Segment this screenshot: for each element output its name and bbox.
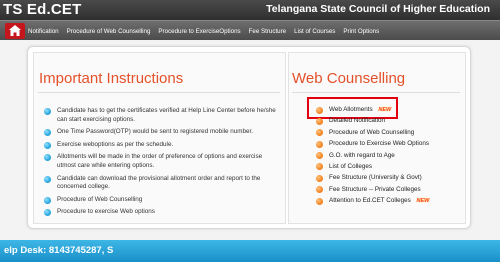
nav-menu: Notification Procedure of Web Counsellin…	[28, 21, 387, 41]
go-age-item[interactable]: G.O. with regard to Age	[316, 152, 466, 163]
instruction-text: Candidate can download the provisional a…	[57, 174, 261, 191]
nav-item-notification[interactable]: Notification	[28, 28, 59, 35]
nav-item-procedure-exercise-options[interactable]: Procedure to ExerciseOptions	[158, 28, 240, 35]
detailed-notification-link[interactable]: Detailed Notification	[329, 117, 385, 124]
bullet-icon	[44, 175, 51, 183]
web-counselling-list: Web Allotments NEW Detailed Notification…	[316, 106, 466, 209]
list-item-link[interactable]: Procedure of Web Counselling	[44, 196, 280, 205]
nav-item-print-options[interactable]: Print Options	[343, 28, 379, 35]
home-icon	[9, 25, 21, 36]
list-item-link[interactable]: Procedure to exercise Web options	[44, 208, 280, 217]
procedure-web-counselling-link[interactable]: Procedure of Web Counselling	[329, 129, 414, 136]
instructions-title: Important Instructions	[39, 70, 184, 87]
new-badge: NEW	[416, 198, 430, 205]
web-counselling-divider	[292, 92, 460, 93]
instruction-text: Candidate has to get the certificates ve…	[57, 107, 276, 123]
nav-bar: Notification Procedure of Web Counsellin…	[0, 20, 500, 40]
bullet-icon	[316, 152, 323, 160]
procedure-exercise-web-options-item[interactable]: Procedure to Exercise Web Options	[316, 140, 466, 151]
list-item: One Time Password(OTP) would be sent to …	[44, 128, 280, 137]
procedure-exercise-options-link[interactable]: Procedure to exercise Web options	[57, 208, 155, 215]
attention-colleges-item[interactable]: Attention to Ed.CET Colleges NEW	[316, 197, 466, 208]
bullet-icon	[44, 196, 51, 204]
bullet-icon	[316, 106, 323, 114]
home-button[interactable]	[5, 23, 25, 39]
go-age-link[interactable]: G.O. with regard to Age	[329, 152, 395, 159]
instruction-text: Exercise weboptions as per the schedule.	[57, 140, 174, 148]
bullet-icon	[44, 108, 51, 115]
bullet-icon	[44, 141, 51, 149]
procedure-exercise-web-options-link[interactable]: Procedure to Exercise Web Options	[329, 140, 429, 147]
instructions-divider	[38, 92, 280, 93]
instruction-text: Allotments will be made in the order of …	[57, 153, 263, 169]
bullet-icon	[44, 154, 51, 162]
site-header: TS Ed.CET Telangana State Council of Hig…	[0, 0, 500, 20]
bullet-icon	[44, 209, 51, 217]
list-item: Candidate has to get the certificates ve…	[44, 107, 280, 124]
council-name: Telangana State Council of Higher Educat…	[266, 3, 490, 15]
fee-structure-private-item[interactable]: Fee Structure -- Private Colleges	[316, 186, 466, 197]
brand-title[interactable]: TS Ed.CET	[3, 1, 81, 18]
fee-structure-university-link[interactable]: Fee Structure (University & Govt)	[329, 174, 422, 181]
bullet-icon	[316, 197, 323, 205]
bullet-icon	[316, 186, 323, 194]
bullet-icon	[44, 129, 51, 137]
bullet-icon	[316, 117, 323, 125]
procedure-web-counselling-link[interactable]: Procedure of Web Counselling	[57, 196, 142, 203]
list-item: Exercise weboptions as per the schedule.	[44, 141, 280, 150]
list-of-colleges-link[interactable]: List of Colleges	[329, 163, 372, 170]
fee-structure-university-item[interactable]: Fee Structure (University & Govt)	[316, 174, 466, 185]
instruction-text: One Time Password(OTP) would be sent to …	[57, 128, 253, 136]
fee-structure-private-link[interactable]: Fee Structure -- Private Colleges	[329, 186, 421, 193]
web-allotments-link[interactable]: Web Allotments	[329, 106, 373, 113]
page: TS Ed.CET Telangana State Council of Hig…	[0, 0, 500, 262]
nav-item-list-of-courses[interactable]: List of Courses	[294, 28, 335, 35]
list-item: Candidate can download the provisional a…	[44, 175, 280, 192]
bullet-icon	[316, 174, 323, 182]
footer-bar: elp Desk: 8143745287, S	[0, 240, 500, 262]
bullet-icon	[316, 129, 323, 137]
bullet-icon	[316, 163, 323, 171]
attention-colleges-link[interactable]: Attention to Ed.CET Colleges	[329, 197, 411, 204]
bullet-icon	[316, 140, 323, 148]
nav-item-procedure-web-counselling[interactable]: Procedure of Web Counselling	[67, 28, 151, 35]
instructions-list: Candidate has to get the certificates ve…	[44, 107, 280, 221]
nav-item-fee-structure[interactable]: Fee Structure	[249, 28, 287, 35]
new-badge: NEW	[378, 107, 392, 113]
web-counselling-title: Web Counselling	[292, 70, 406, 87]
list-of-colleges-item[interactable]: List of Colleges	[316, 163, 466, 174]
helpdesk-text: elp Desk: 8143745287, S	[4, 245, 114, 256]
detailed-notification-item[interactable]: Detailed Notification	[316, 117, 466, 128]
web-allotments-item[interactable]: Web Allotments NEW	[316, 106, 466, 117]
list-item: Allotments will be made in the order of …	[44, 153, 280, 170]
procedure-web-counselling-item[interactable]: Procedure of Web Counselling	[316, 129, 466, 140]
